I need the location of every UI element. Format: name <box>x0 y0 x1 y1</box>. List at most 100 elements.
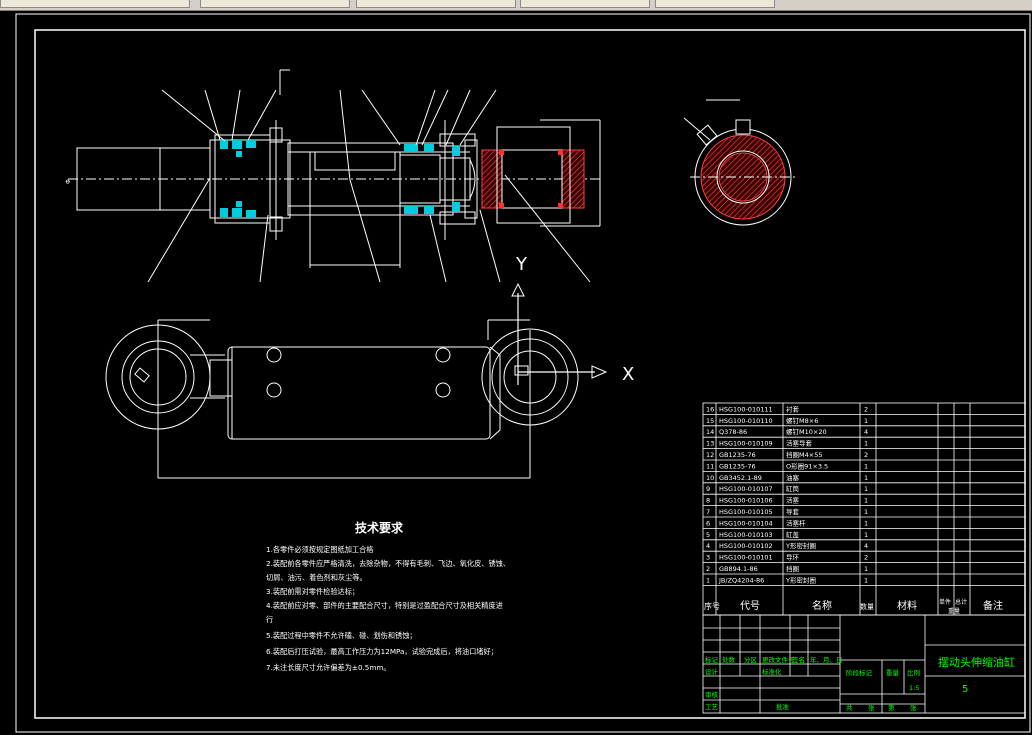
tech-note: 切屑、油污、着色剂和灰尘等。 <box>266 573 367 582</box>
tb-label: 设计 <box>705 667 719 676</box>
bom-cell-qty: 1 <box>864 531 868 539</box>
toolbar-tab[interactable] <box>0 0 190 8</box>
bom-cell-name: 导环 <box>786 554 800 562</box>
bom-cell-code: HSG100-010104 <box>719 519 773 527</box>
tech-note: 6.装配后打压试验，最高工作压力为12MPa，试验完成后，将油口堵好； <box>266 647 498 656</box>
bom-cell-qty: 1 <box>864 462 868 470</box>
bom-cell-qty: 4 <box>864 428 868 436</box>
bom-cell-name: Y形密封圈 <box>785 541 816 550</box>
tb-label: 签名 <box>792 655 805 664</box>
bom-cell-qty: 4 <box>864 542 868 550</box>
tech-note: 5.装配过程中零件不允许磕、碰、划伤和锈蚀； <box>266 631 417 640</box>
bom-cell-code: HSG100-010103 <box>719 531 773 539</box>
drawing-title: 摆动头伸缩油缸 <box>938 655 1015 669</box>
bom-cell-code: GB3452.1-89 <box>719 474 762 482</box>
cylinder-exterior-view <box>105 282 608 479</box>
toolbar-tab[interactable] <box>200 0 350 8</box>
bom-cell-name: 挡圈M4×55 <box>786 450 822 459</box>
tb-label: 第 <box>888 703 895 712</box>
bom-cell-name: 导套 <box>786 507 800 516</box>
cad-drawing-canvas[interactable]: Φ Y X 技术要求 1.各零件必须按规定图纸加工合格 2.装配前各零件应严格清… <box>0 10 1032 735</box>
tb-label: 标记 <box>705 655 719 664</box>
tb-label: 比例 <box>907 668 920 677</box>
bom-cell-name: Y形密封圈 <box>785 575 816 584</box>
tech-note: 4.装配前应对零、部件的主要配合尺寸，特别是过盈配合尺寸及相关精度进 <box>266 601 503 610</box>
bom-cell-code: HSG100-010102 <box>719 542 773 550</box>
bom-cell-code: HSG100-010110 <box>719 417 773 425</box>
bom-cell-no: 15 <box>706 417 714 425</box>
bom-cell-qty: 1 <box>864 440 868 448</box>
tb-label: 张 <box>868 703 875 712</box>
bom-header-code: 代号 <box>740 600 760 612</box>
cylinder-section-view: Φ <box>65 69 601 283</box>
bom-header-single: 单件 <box>939 598 951 606</box>
bom-cell-no: 2 <box>706 565 710 573</box>
bom-cell-name: 挡圈 <box>786 564 799 573</box>
bom-cell-no: 3 <box>706 554 710 562</box>
tb-label: 工艺 <box>705 703 719 711</box>
end-view-circle <box>683 99 796 226</box>
tb-label: 更改文件号 <box>762 655 795 664</box>
bom-cell-qty: 2 <box>864 554 868 562</box>
bom-header-remark: 备注 <box>983 599 1003 612</box>
axis-x-label: X <box>622 364 634 385</box>
bom-header-name: 名称 <box>812 599 832 612</box>
bom-header-qty: 数量 <box>860 602 874 611</box>
bom-cell-no: 5 <box>706 531 710 539</box>
bom-cell-name: 螺钉M8×6 <box>786 416 818 425</box>
tb-label: 批准 <box>776 702 790 711</box>
tech-note: 3.装配前需对零件检验达标； <box>266 587 359 596</box>
bom-cell-code: HSG100-010101 <box>719 554 773 562</box>
bom-cell-name: O形圈91×3.5 <box>786 462 828 470</box>
bom-cell-no: 16 <box>706 405 714 413</box>
tb-label: 标准化 <box>762 667 782 676</box>
bom-cell-name: 活塞 <box>786 496 800 505</box>
tb-label: 张 <box>910 703 917 712</box>
tb-label: 处数 <box>722 655 736 664</box>
outer-border <box>15 13 1031 733</box>
tech-note: 1.各零件必须按规定图纸加工合格 <box>266 545 374 554</box>
bom-cell-code: GB894.1-86 <box>719 565 758 573</box>
bom-cell-no: 9 <box>706 485 710 493</box>
axis-y-label: Y <box>515 254 528 275</box>
bom-cell-no: 4 <box>706 542 710 550</box>
tb-label: 重量 <box>886 669 900 677</box>
title-block-labels: 标记 处数 分区 更改文件号 签名 年、月、日 设计 标准化 阶段标记 重量 比… <box>705 655 1015 712</box>
bom-cell-qty: 1 <box>864 417 868 425</box>
bom-cell-name: 衬套 <box>786 404 800 413</box>
bom-cell-code: JB/ZQ4204-86 <box>718 576 764 584</box>
bom-cell-no: 6 <box>706 519 710 527</box>
tech-requirements-notes: 1.各零件必须按规定图纸加工合格 2.装配前各零件应严格清洗，去除杂物，不得有毛… <box>266 545 510 672</box>
bom-cell-no: 1 <box>706 576 710 584</box>
bom-cell-qty: 1 <box>864 576 868 584</box>
bom-cell-name: 活塞导套 <box>786 439 813 448</box>
bom-cell-no: 11 <box>706 462 714 470</box>
toolbar-tab[interactable] <box>356 0 516 8</box>
bom-cell-no: 13 <box>706 440 714 448</box>
tech-note: 2.装配前各零件应严格清洗，去除杂物，不得有毛刺、飞边、氧化皮、锈蚀、 <box>266 559 510 568</box>
tech-note: 行 <box>266 615 273 624</box>
bom-cell-qty: 1 <box>864 497 868 505</box>
scale-value: 1:5 <box>909 684 919 692</box>
bom-cell-qty: 1 <box>864 508 868 516</box>
bom-cell-code: HSG100-010107 <box>719 485 773 493</box>
toolbar-tab[interactable] <box>520 0 650 8</box>
bom-cell-code: Q378-86 <box>719 428 747 436</box>
bom-cell-no: 8 <box>706 497 710 505</box>
tb-label: 分区 <box>744 655 758 664</box>
tb-label: 阶段标记 <box>846 668 873 677</box>
bom-cell-no: 7 <box>706 508 710 516</box>
tb-label: 共 <box>846 703 853 712</box>
tech-note: 7.未注长度尺寸允许偏差为±0.5mm。 <box>266 663 391 672</box>
bom-cell-name: 缸筒 <box>786 484 800 493</box>
tech-requirements-title: 技术要求 <box>355 520 404 535</box>
bom-cell-code: GB1235-76 <box>719 451 756 459</box>
bom-cell-qty: 1 <box>864 565 868 573</box>
bom-header-total: 总计 <box>955 598 967 606</box>
bom-cell-qty: 2 <box>864 405 868 413</box>
bom-cell-qty: 2 <box>864 451 868 459</box>
svg-text:Φ: Φ <box>65 179 72 184</box>
toolbar-tab[interactable] <box>655 0 775 8</box>
bom-header-no: 序号 <box>704 601 720 611</box>
bom-cell-code: HSG100-010105 <box>719 508 773 516</box>
